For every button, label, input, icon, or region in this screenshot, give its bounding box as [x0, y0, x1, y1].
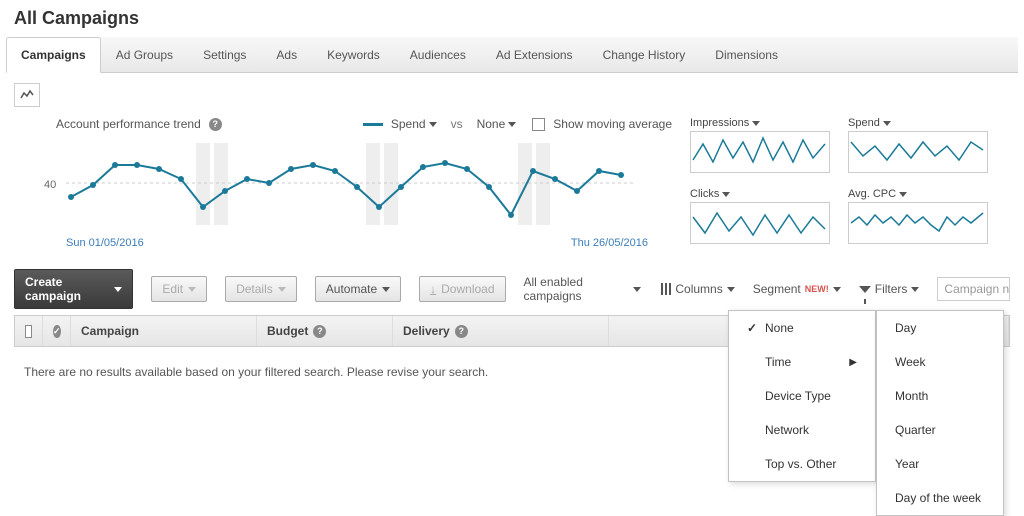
moving-avg-checkbox[interactable] — [532, 118, 545, 131]
caret-icon — [508, 122, 516, 127]
time-month[interactable]: Month — [877, 379, 1003, 413]
chart-icon — [20, 89, 34, 101]
caret-icon — [633, 287, 641, 292]
scope-dropdown[interactable]: All enabled campaigns — [524, 275, 642, 303]
segment-none[interactable]: ✓None — [729, 311, 875, 345]
segment-network[interactable]: Network — [729, 413, 875, 447]
mini-impressions[interactable]: Impressions — [690, 117, 830, 178]
tab-settings[interactable]: Settings — [188, 37, 261, 72]
impressions-sparkline — [691, 132, 829, 172]
create-campaign-button[interactable]: Create campaign — [14, 269, 133, 309]
download-icon: ↓ — [430, 282, 436, 296]
segment-top-vs-other[interactable]: Top vs. Other — [729, 447, 875, 481]
check-icon: ✓ — [747, 321, 757, 335]
toolbar: Create campaign Edit Details Automate ↓D… — [0, 253, 1024, 315]
y-axis-label: 40 — [44, 179, 56, 191]
spend-sparkline — [849, 132, 987, 172]
date-axis: Sun 01/05/2016 Thu 26/05/2016 — [14, 235, 672, 249]
segment-button[interactable]: SegmentNEW! — [753, 282, 841, 296]
mini-label: Avg. CPC — [848, 188, 896, 200]
caret-icon — [114, 287, 122, 292]
caret-icon — [727, 287, 735, 292]
caret-icon — [911, 287, 919, 292]
chart-label: Account performance trend — [56, 117, 201, 131]
mini-clicks[interactable]: Clicks — [690, 188, 830, 249]
filter-icon — [859, 286, 871, 293]
mini-label: Impressions — [690, 117, 749, 129]
mini-spend[interactable]: Spend — [848, 117, 988, 178]
columns-button[interactable]: Columns — [659, 282, 734, 296]
help-icon[interactable]: ? — [455, 325, 468, 338]
help-icon[interactable]: ? — [313, 325, 326, 338]
tab-campaigns[interactable]: Campaigns — [6, 37, 101, 73]
toggle-chart-button[interactable] — [14, 83, 40, 107]
caret-icon — [382, 287, 390, 292]
status-icon: ✓ — [53, 325, 61, 338]
col-budget[interactable]: Budget? — [257, 316, 393, 346]
segment-device-type[interactable]: Device Type — [729, 379, 875, 413]
time-year[interactable]: Year — [877, 447, 1003, 481]
spend-line-chart — [66, 135, 636, 235]
legend-line — [363, 123, 383, 126]
performance-charts: Account performance trend ? Spend vs Non… — [0, 107, 1024, 253]
tab-audiences[interactable]: Audiences — [395, 37, 481, 72]
tab-ads[interactable]: Ads — [261, 37, 312, 72]
mini-label: Spend — [848, 117, 880, 129]
new-badge: NEW! — [805, 284, 829, 294]
help-icon[interactable]: ? — [209, 118, 222, 131]
metric1-dropdown[interactable]: Spend — [391, 117, 437, 131]
download-button[interactable]: ↓Download — [419, 276, 505, 302]
vs-label: vs — [451, 117, 463, 131]
tab-ad-groups[interactable]: Ad Groups — [101, 37, 188, 72]
time-quarter[interactable]: Quarter — [877, 413, 1003, 447]
caret-icon — [188, 287, 196, 292]
tabs-bar: Campaigns Ad Groups Settings Ads Keyword… — [6, 37, 1018, 73]
columns-icon — [659, 283, 671, 295]
clicks-sparkline — [691, 203, 829, 243]
caret-icon — [722, 192, 730, 197]
moving-avg-label: Show moving average — [553, 117, 672, 131]
filters-button[interactable]: Filters — [859, 282, 920, 296]
mini-charts: Impressions Spend Clicks Avg. CPC — [690, 117, 1010, 249]
caret-icon — [883, 121, 891, 126]
col-campaign[interactable]: Campaign — [71, 316, 257, 346]
caret-icon — [899, 192, 907, 197]
select-all-checkbox[interactable] — [25, 325, 32, 338]
chart-header: Account performance trend ? Spend vs Non… — [14, 117, 672, 131]
caret-icon — [833, 287, 841, 292]
avg-cpc-sparkline — [849, 203, 987, 243]
caret-icon — [278, 287, 286, 292]
time-day[interactable]: Day — [877, 311, 1003, 345]
tab-keywords[interactable]: Keywords — [312, 37, 395, 72]
date-start: Sun 01/05/2016 — [66, 237, 144, 249]
caret-icon — [429, 122, 437, 127]
details-button[interactable]: Details — [225, 276, 297, 302]
edit-button[interactable]: Edit — [151, 276, 207, 302]
tab-dimensions[interactable]: Dimensions — [700, 37, 793, 72]
mini-label: Clicks — [690, 188, 719, 200]
col-delivery[interactable]: Delivery? — [393, 316, 609, 346]
time-day-of-week[interactable]: Day of the week — [877, 481, 1003, 515]
metric2-dropdown[interactable]: None — [477, 117, 517, 131]
caret-icon — [752, 121, 760, 126]
main-chart: 40 — [14, 135, 672, 235]
page-title: All Campaigns — [0, 0, 1024, 37]
time-submenu: Day Week Month Quarter Year Day of the w… — [876, 310, 1004, 516]
tab-ad-extensions[interactable]: Ad Extensions — [481, 37, 588, 72]
date-end: Thu 26/05/2016 — [571, 237, 648, 249]
tab-change-history[interactable]: Change History — [588, 37, 701, 72]
main-chart-area: Account performance trend ? Spend vs Non… — [14, 117, 672, 249]
segment-menu: ✓None Time▶ Device Type Network Top vs. … — [728, 310, 876, 482]
search-input[interactable]: Campaign na — [937, 277, 1010, 301]
segment-time[interactable]: Time▶ — [729, 345, 875, 379]
submenu-caret-icon: ▶ — [849, 357, 857, 368]
mini-avg-cpc[interactable]: Avg. CPC — [848, 188, 988, 249]
automate-button[interactable]: Automate — [315, 276, 401, 302]
time-week[interactable]: Week — [877, 345, 1003, 379]
